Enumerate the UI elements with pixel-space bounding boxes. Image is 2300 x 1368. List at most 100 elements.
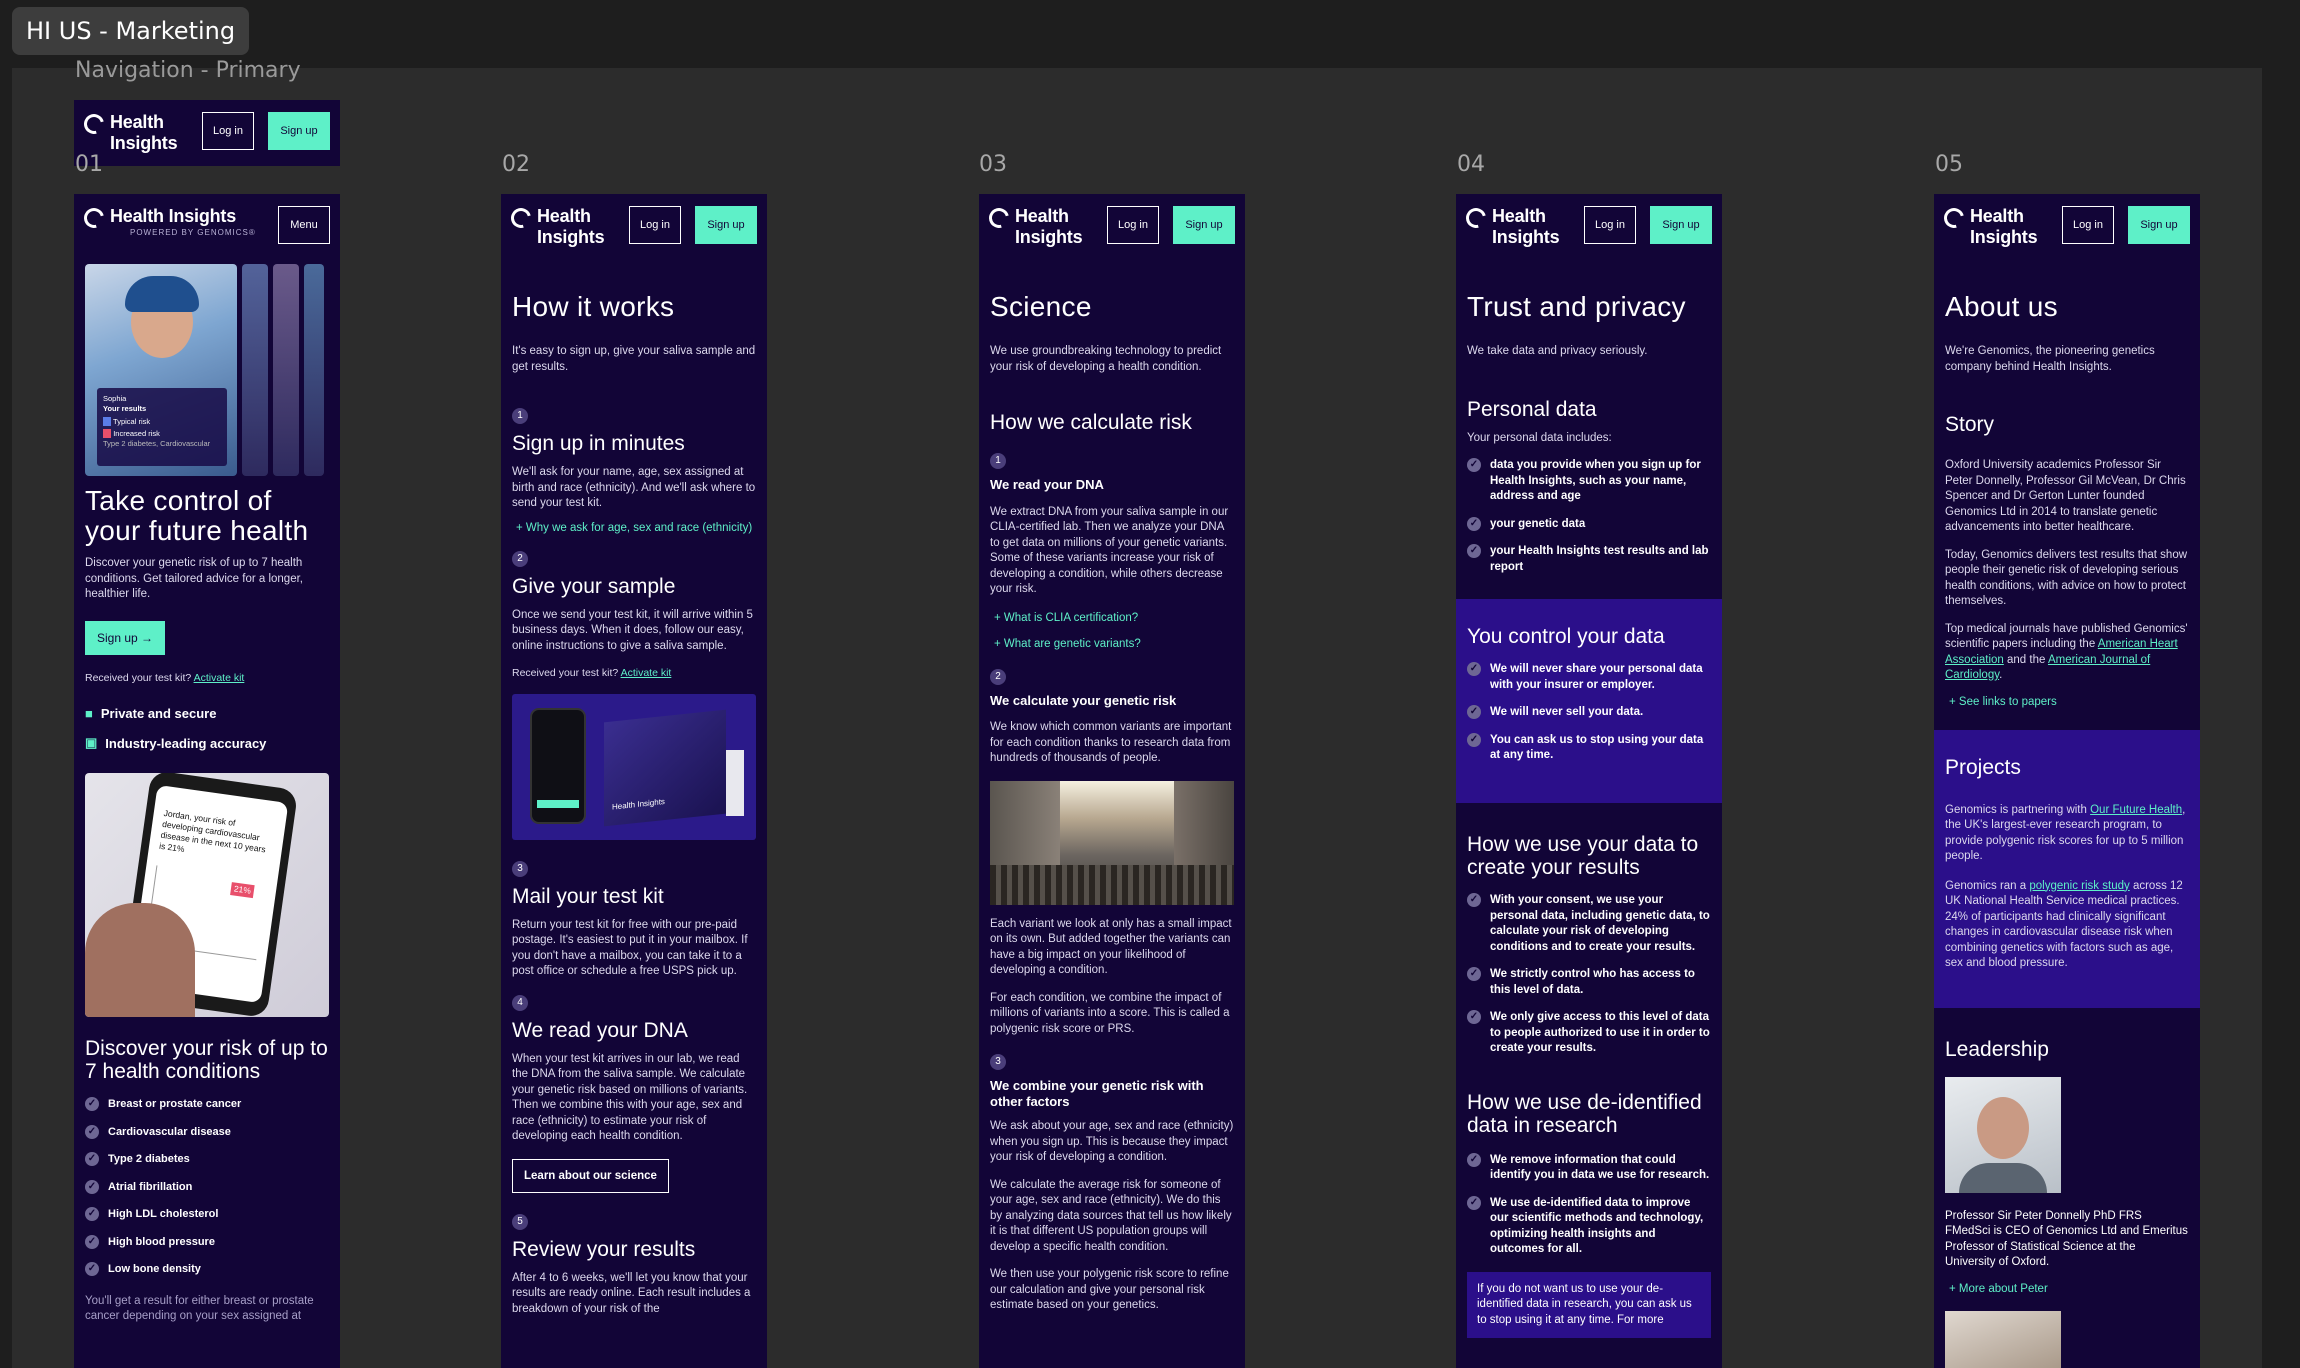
step-number: 1 <box>990 453 1006 469</box>
check-icon: ✓ <box>1467 516 1481 531</box>
condition-item: ✓ Type 2 diabetes <box>85 1152 329 1168</box>
primary-nav-component[interactable]: Health Insights Log in Sign up <box>74 100 340 166</box>
trust-privacy-frame[interactable]: Health Insights Log in Sign up Trust and … <box>1456 194 1722 1368</box>
leader-photo <box>1945 1076 2061 1193</box>
feature-private: ■ Private and secure <box>85 706 217 721</box>
hero-intro: Discover your genetic risk of up to 7 he… <box>85 557 303 600</box>
signup-button[interactable]: Sign up <box>1173 206 1235 244</box>
learn-science-button[interactable]: Learn about our science <box>512 1158 669 1193</box>
step-text: After 4 to 6 weeks, we'll let you know t… <box>512 1271 751 1315</box>
personal-data-item: ✓ your Health Insights test results and l… <box>1467 544 1711 575</box>
step-text: Return your test kit for free with our p… <box>512 918 748 978</box>
opt-out-notice: If you do not want us to use your de-ide… <box>1467 1271 1711 1338</box>
step-number: 1 <box>512 408 528 424</box>
check-icon: ✓ <box>1467 732 1481 747</box>
page-intro: We're Genomics, the pioneering genetics … <box>1945 345 2155 373</box>
science-frame[interactable]: Health Insights Log in Sign up Science We… <box>979 194 1245 1368</box>
about-us-frame[interactable]: Health Insights Log in Sign up About us W… <box>1934 194 2200 1368</box>
check-icon: ✓ <box>1467 1010 1481 1024</box>
hero-thumb <box>304 264 324 476</box>
condition-item: ✓ High blood pressure <box>85 1234 329 1251</box>
step-text: We know which common variants are import… <box>990 721 1232 764</box>
step-title: We calculate your genetic risk <box>990 692 1177 708</box>
papers-link[interactable]: + See links to papers <box>1945 696 2189 708</box>
menu-button[interactable]: Menu <box>278 206 330 244</box>
signup-button[interactable]: Sign up <box>268 112 330 150</box>
signup-button[interactable]: Sign up <box>1650 206 1712 244</box>
story-text: Today, Genomics delivers test results th… <box>1945 548 2188 608</box>
target-icon: ▣ <box>85 735 98 750</box>
lock-icon: ■ <box>85 706 93 721</box>
check-icon: ✓ <box>1467 705 1481 719</box>
brand-logo[interactable]: Health Insights POWERED BY GENOMICS® <box>80 204 256 237</box>
use-item: ✓ With your consent, we use your personal… <box>1467 893 1711 955</box>
discover-title: Discover your risk of up to 7 health con… <box>85 1037 328 1083</box>
brand-logo[interactable]: Health Insights <box>1940 204 2038 248</box>
step-text: When your test kit arrives in our lab, w… <box>512 1052 748 1143</box>
step-title: We read your DNA <box>512 1018 688 1042</box>
step-title: Sign up in minutes <box>512 432 685 455</box>
nav-section-label: Navigation - Primary <box>75 58 301 83</box>
step-text: We'll ask for your name, age, sex assign… <box>512 466 756 509</box>
section-title: How we calculate risk <box>990 411 1192 434</box>
projects-band: Projects Genomics is partnering with Our… <box>1934 729 2200 1008</box>
signup-button[interactable]: Sign up <box>695 206 757 244</box>
activate-kit-link[interactable]: Activate kit <box>194 672 245 684</box>
login-button[interactable]: Log in <box>1584 206 1636 244</box>
step-number: 2 <box>990 668 1006 685</box>
step-number: 4 <box>512 994 528 1011</box>
feature-accuracy: ▣ Industry-leading accuracy <box>85 735 267 751</box>
canvas-title[interactable]: HI US - Marketing <box>12 7 250 55</box>
check-icon: ✓ <box>85 1234 99 1249</box>
results-card: Sophia Your results Typical risk Increas… <box>97 388 227 466</box>
personal-data-item: ✓ your genetic data <box>1467 516 1711 533</box>
step-number: 5 <box>512 1213 528 1230</box>
check-icon: ✓ <box>85 1152 99 1166</box>
brand-logo[interactable]: Health Insights <box>507 204 605 248</box>
activate-kit-link[interactable]: Activate kit <box>621 667 672 679</box>
our-future-health-link[interactable]: Our Future Health <box>2090 804 2182 816</box>
home-page-frame[interactable]: Health Insights POWERED BY GENOMICS® Men… <box>74 194 340 1368</box>
more-about-peter-link[interactable]: + More about Peter <box>1945 1283 2189 1295</box>
page-intro: It's easy to sign up, give your saliva s… <box>512 345 756 373</box>
check-icon: ✓ <box>85 1207 99 1221</box>
column-number: 05 <box>1935 152 1963 177</box>
signup-button[interactable]: Sign up <box>2128 206 2190 244</box>
condition-item: ✓ Atrial fibrillation <box>85 1179 329 1196</box>
step-text: We extract DNA from your saliva sample i… <box>990 505 1229 596</box>
login-button[interactable]: Log in <box>629 206 681 244</box>
step-text: We ask about your age, sex and race (eth… <box>990 1120 1234 1163</box>
login-button[interactable]: Log in <box>202 112 254 150</box>
check-icon: ✓ <box>1467 458 1481 472</box>
step-title: Give your sample <box>512 574 676 598</box>
expand-link[interactable]: + What are genetic variants? <box>990 638 1234 650</box>
use-item: ✓ We strictly control who has access to t… <box>1467 967 1711 998</box>
login-button[interactable]: Log in <box>1107 206 1159 244</box>
column-number: 03 <box>979 152 1007 177</box>
expand-link[interactable]: + Why we ask for age, sex and race (ethn… <box>512 522 756 534</box>
step-text: Each variant we look at only has a small… <box>990 917 1232 977</box>
brand-logo[interactable]: Health Insights <box>1462 204 1560 248</box>
brand-logo[interactable]: Health Insights <box>80 110 178 154</box>
prs-study-link[interactable]: polygenic risk study <box>2029 880 2129 892</box>
hero-signup-button[interactable]: Sign up → <box>85 620 166 655</box>
page-title: About us <box>1945 291 2058 322</box>
how-it-works-frame[interactable]: Health Insights Log in Sign up How it wor… <box>501 194 767 1368</box>
login-button[interactable]: Log in <box>2062 206 2114 244</box>
expand-link[interactable]: + What is CLIA certification? <box>990 612 1234 624</box>
logo-ring-icon <box>507 204 535 232</box>
hero-thumb <box>242 264 268 476</box>
section-title: You control your data <box>1467 625 1665 648</box>
page-intro: We use groundbreaking technology to pred… <box>990 345 1222 373</box>
brand-logo[interactable]: Health Insights <box>985 204 1083 248</box>
check-icon: ✓ <box>85 1262 99 1276</box>
column-number: 02 <box>502 152 530 177</box>
leader-bio: Professor Sir Peter Donnelly PhD FRS FMe… <box>1945 1209 2188 1269</box>
page-title: Trust and privacy <box>1467 291 1686 322</box>
page-intro: We take data and privacy seriously. <box>1467 345 1648 357</box>
step-title: Review your results <box>512 1237 696 1261</box>
step-number: 3 <box>990 1054 1006 1070</box>
step-title: We read your DNA <box>990 477 1104 492</box>
condition-item: ✓ Low bone density <box>85 1262 329 1278</box>
section-title: Story <box>1945 413 1995 436</box>
